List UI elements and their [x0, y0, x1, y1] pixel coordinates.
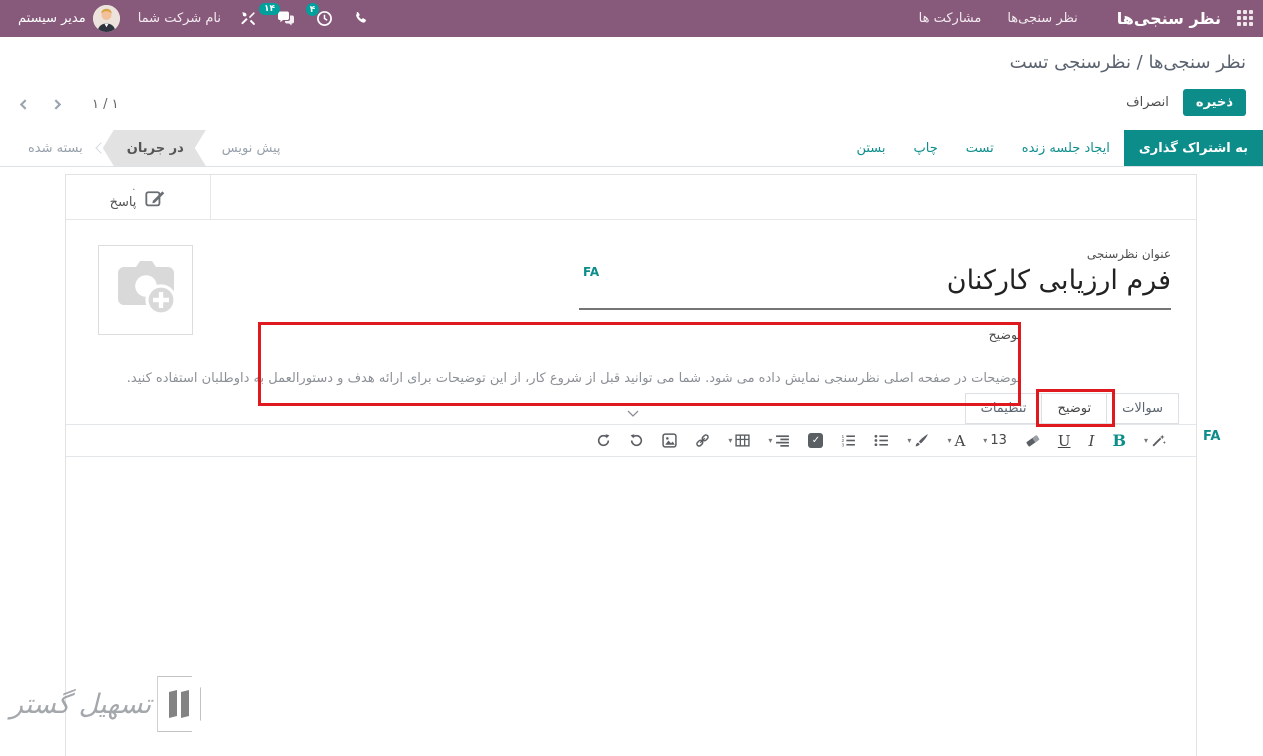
- pager-previous-icon[interactable]: [6, 92, 40, 116]
- survey-title-field[interactable]: FA فرم ارزیابی کارکنان: [579, 263, 1171, 311]
- partner-logo-text: تسهیل گستر: [10, 688, 152, 720]
- navbar-right-group: نظر سنجی‌ها نظر سنجی‌ها مشارکت ها: [906, 0, 1253, 37]
- partner-watermark: تسهیل گستر: [10, 676, 202, 732]
- magic-wand-icon: [1152, 434, 1166, 447]
- phone-icon[interactable]: [343, 0, 378, 37]
- caret-down-icon: ▾: [983, 435, 988, 445]
- survey-image-field[interactable]: [98, 245, 193, 335]
- print-button[interactable]: چاپ: [900, 141, 952, 156]
- underline-button[interactable]: U: [1058, 432, 1071, 450]
- statusbar-actions: به اشتراک گذاری ایجاد جلسه زنده تست چاپ …: [842, 130, 1263, 166]
- bold-button[interactable]: B: [1112, 431, 1126, 450]
- eraser-icon[interactable]: [1025, 433, 1040, 448]
- avatar: [92, 5, 120, 32]
- caret-down-icon: ▾: [728, 435, 733, 445]
- unordered-list-icon[interactable]: [874, 433, 889, 448]
- answers-stat-button[interactable]: ۰ پاسخ: [66, 175, 211, 220]
- test-button[interactable]: تست: [952, 141, 1008, 156]
- chat-bubbles-icon: [277, 11, 294, 26]
- caret-down-icon: ▾: [907, 435, 912, 445]
- undo-icon[interactable]: [629, 433, 644, 448]
- clock-icon: [317, 11, 332, 26]
- statusbar-steps: پیش نویس در جریان بسته شده: [0, 130, 297, 166]
- svg-text:3: 3: [842, 443, 845, 448]
- insert-table-dropdown[interactable]: ▾: [728, 433, 751, 448]
- table-icon: [735, 434, 751, 447]
- font-color-label: A: [954, 431, 966, 450]
- tab-questions[interactable]: سوالات: [1106, 393, 1179, 424]
- description-translation-badge[interactable]: FA: [1203, 429, 1220, 444]
- messages-item[interactable]: ۱۴: [258, 0, 306, 37]
- font-color-dropdown[interactable]: ▾ A: [947, 432, 965, 450]
- highlight-dropdown[interactable]: ▾: [907, 433, 929, 448]
- caret-down-icon: ▾: [768, 435, 773, 445]
- redo-icon[interactable]: [596, 433, 611, 448]
- insert-link-icon[interactable]: [695, 433, 710, 448]
- stat-text: ۰ پاسخ: [110, 185, 137, 209]
- notebook-tabs: سوالات توضیح تنظیمات: [964, 393, 1179, 424]
- statusbar: به اشتراک گذاری ایجاد جلسه زنده تست چاپ …: [0, 130, 1263, 167]
- close-button[interactable]: بستن: [842, 141, 899, 156]
- tab-options[interactable]: تنظیمات: [964, 393, 1043, 424]
- menu-surveys[interactable]: نظر سنجی‌ها: [994, 0, 1090, 37]
- app-name[interactable]: نظر سنجی‌ها: [1117, 9, 1221, 28]
- pager: ۱ / ۱: [6, 92, 119, 116]
- step-closed[interactable]: بسته شده: [12, 130, 99, 166]
- ordered-list-icon[interactable]: 123: [841, 433, 856, 448]
- edit-pencil-icon: [145, 191, 165, 207]
- activities-item[interactable]: ۴: [305, 0, 343, 37]
- tab-description[interactable]: توضیح: [1041, 393, 1108, 424]
- align-right-icon: [776, 435, 790, 447]
- camera-plus-icon: [117, 261, 177, 316]
- activities-badge: ۴: [305, 3, 319, 16]
- italic-button[interactable]: I: [1089, 432, 1095, 450]
- share-button[interactable]: به اشتراک گذاری: [1123, 130, 1263, 166]
- align-dropdown[interactable]: ▾: [768, 433, 790, 448]
- caret-down-icon: ▾: [947, 435, 952, 445]
- apps-menu-icon[interactable]: [1235, 9, 1253, 28]
- caret-down-icon: ▾: [1143, 435, 1148, 445]
- style-dropdown[interactable]: ▾: [1144, 433, 1166, 448]
- survey-title-label: عنوان نظرسنجی: [1086, 247, 1171, 261]
- step-draft[interactable]: پیش نویس: [206, 130, 297, 166]
- step-in-progress[interactable]: در جریان: [103, 130, 206, 166]
- description-field-block[interactable]: توضیح توضیحات در صفحه اصلی نظرسنجی نمایش…: [127, 327, 1021, 386]
- pager-next-icon[interactable]: [40, 92, 74, 116]
- pager-count: ۱ / ۱: [92, 96, 119, 112]
- font-size-dropdown[interactable]: ▾ 13: [983, 433, 1007, 448]
- description-label: توضیح: [988, 327, 1021, 342]
- breadcrumb[interactable]: نظر سنجی‌ها / نظرسنجی تست: [1010, 52, 1246, 73]
- answers-label: پاسخ: [109, 194, 137, 210]
- chevron-down-icon[interactable]: [627, 403, 639, 422]
- title-translation-badge[interactable]: FA: [583, 265, 599, 279]
- company-switcher[interactable]: نام شرکت شما: [128, 0, 231, 37]
- checklist-icon[interactable]: ✓: [808, 433, 824, 448]
- paintbrush-icon: [916, 434, 929, 447]
- insert-image-icon[interactable]: [662, 433, 678, 448]
- partner-logo-icon: [157, 676, 202, 732]
- survey-form-page: نظر سنجی‌ها نظر سنجی‌ها مشارکت ها ۴ ۱۴ ن…: [0, 0, 1263, 756]
- font-size-value: 13: [990, 433, 1007, 448]
- control-panel-buttons: ذخیره انصراف: [1126, 89, 1246, 116]
- stat-button-strip: ۰ پاسخ: [66, 175, 1196, 220]
- editor-toolbar: ▾ ▾ ✓ 123 ▾ ▾ A ▾ 13 U I B ▾: [66, 424, 1196, 457]
- save-button[interactable]: ذخیره: [1182, 89, 1246, 116]
- navbar-left-group: ۴ ۱۴ نام شرکت شما مدیر سیستم: [10, 0, 378, 37]
- create-live-session-button[interactable]: ایجاد جلسه زنده: [1008, 141, 1124, 156]
- user-name: مدیر سیستم: [18, 11, 86, 26]
- top-navbar: نظر سنجی‌ها نظر سنجی‌ها مشارکت ها ۴ ۱۴ ن…: [0, 0, 1263, 37]
- user-menu[interactable]: مدیر سیستم: [10, 5, 128, 32]
- survey-title-value[interactable]: فرم ارزیابی کارکنان: [579, 263, 1171, 298]
- description-placeholder[interactable]: توضیحات در صفحه اصلی نظرسنجی نمایش داده …: [127, 371, 1021, 386]
- menu-participations[interactable]: مشارکت ها: [906, 0, 995, 37]
- tools-icon[interactable]: [231, 0, 266, 37]
- form-sheet: ۰ پاسخ عنوان نظرسنجی FA فرم ارزیابی کارک…: [65, 174, 1197, 756]
- discard-button[interactable]: انصراف: [1126, 95, 1169, 110]
